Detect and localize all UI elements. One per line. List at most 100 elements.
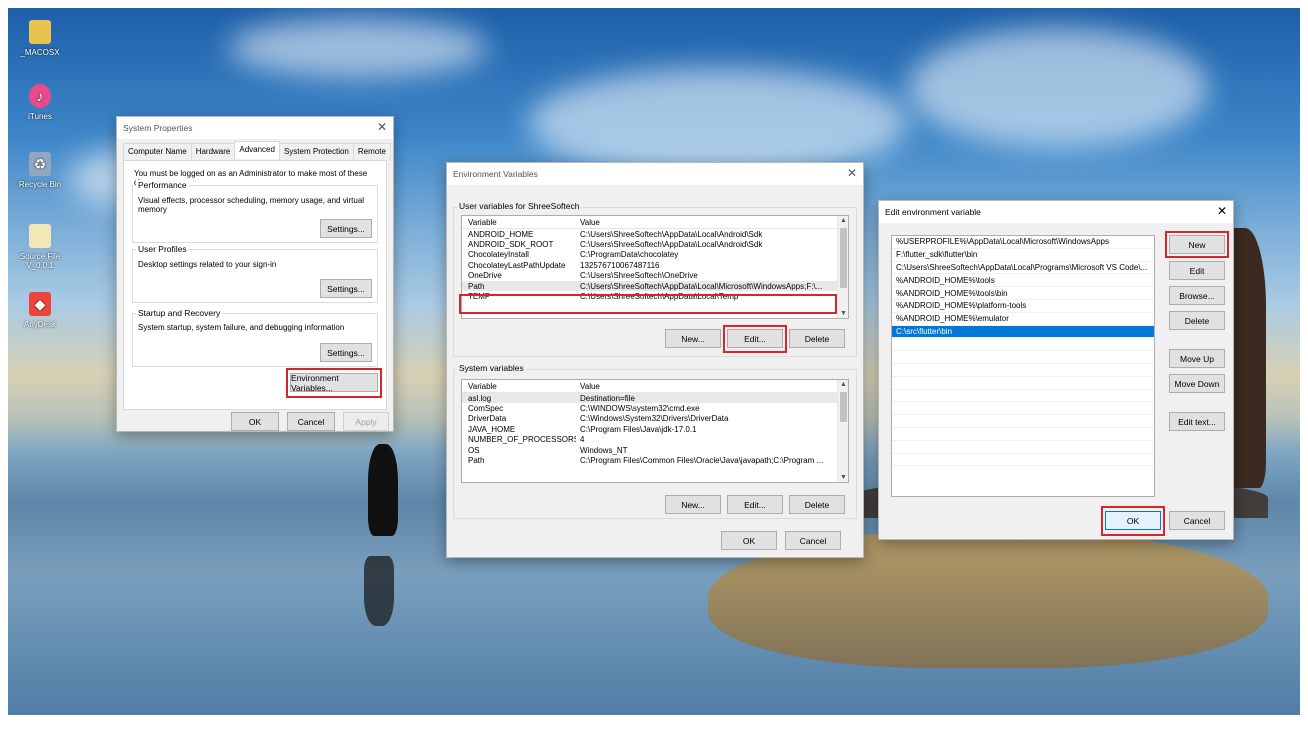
- desktop-icon-label: Recycle Bin: [18, 180, 62, 189]
- system-variables-table[interactable]: Variable Value asl.log Destination=file C…: [461, 379, 849, 483]
- dialog-title: Environment Variables: [453, 169, 538, 179]
- user-delete-button[interactable]: Delete: [789, 329, 845, 348]
- move-down-button[interactable]: Move Down: [1169, 374, 1225, 393]
- table-row[interactable]: JAVA_HOME C:\Program Files\Java\jdk-17.0.…: [462, 424, 848, 434]
- runner-silhouette: [368, 444, 398, 536]
- tab-system-protection[interactable]: System Protection: [278, 143, 354, 161]
- tab-remote[interactable]: Remote: [352, 143, 391, 161]
- variable-value: 132576710067487116: [580, 260, 660, 270]
- column-header-value: Value: [580, 381, 600, 391]
- cancel-button[interactable]: Cancel: [785, 531, 841, 550]
- table-row-path-selected[interactable]: Path C:\Users\ShreeSoftech\AppData\Local\…: [462, 280, 848, 292]
- highlight-box: [1101, 506, 1165, 536]
- user-variables-label: User variables for ShreeSoftech: [457, 201, 582, 211]
- path-item[interactable]: %USERPROFILE%\AppData\Local\Microsoft\Wi…: [892, 236, 1154, 249]
- performance-settings-button[interactable]: Settings...: [320, 219, 372, 238]
- desktop-icon-source-file[interactable]: Source File V_0.0.1: [12, 224, 68, 270]
- apply-button[interactable]: Apply: [343, 412, 389, 431]
- chevron-down-icon[interactable]: ▼: [838, 474, 848, 481]
- tab-hardware[interactable]: Hardware: [190, 143, 236, 161]
- variable-value: C:\ProgramData\chocolatey: [580, 250, 679, 260]
- system-edit-button[interactable]: Edit...: [727, 495, 783, 514]
- path-item[interactable]: F:\flutter_sdk\flutter\bin: [892, 249, 1154, 262]
- path-item-selected[interactable]: C:\src\flutter\bin: [892, 325, 1154, 339]
- variable-name: Path: [468, 456, 485, 466]
- path-item[interactable]: %ANDROID_HOME%\emulator: [892, 313, 1154, 326]
- performance-description: Visual effects, processor scheduling, me…: [138, 196, 365, 214]
- path-item[interactable]: %ANDROID_HOME%\tools: [892, 274, 1154, 288]
- startup-recovery-settings-button[interactable]: Settings...: [320, 343, 372, 362]
- variable-name: JAVA_HOME: [468, 424, 516, 434]
- cancel-button[interactable]: Cancel: [287, 412, 335, 431]
- highlight-box: [459, 294, 837, 314]
- environment-variables-dialog: Environment Variables ✕ User variables f…: [446, 162, 864, 558]
- empty-row: [892, 441, 1154, 454]
- ok-button[interactable]: OK: [721, 531, 777, 550]
- variable-name: DriverData: [468, 414, 507, 424]
- table-row[interactable]: ANDROID_HOME C:\Users\ShreeSoftech\AppDat…: [462, 229, 848, 239]
- chevron-up-icon[interactable]: ▲: [838, 381, 848, 388]
- browse-button[interactable]: Browse...: [1169, 286, 1225, 305]
- close-icon[interactable]: ✕: [847, 166, 857, 180]
- path-item[interactable]: %ANDROID_HOME%\platform-tools: [892, 300, 1154, 313]
- performance-label: Performance: [136, 180, 189, 190]
- variable-name: OneDrive: [468, 271, 502, 281]
- user-profiles-settings-button[interactable]: Settings...: [320, 279, 372, 298]
- empty-row: [892, 415, 1154, 428]
- cloud: [228, 18, 488, 78]
- table-row[interactable]: OneDrive C:\Users\ShreeSoftech\OneDrive: [462, 271, 848, 281]
- edit-button[interactable]: Edit: [1169, 261, 1225, 280]
- user-profiles-label: User Profiles: [136, 244, 189, 254]
- cancel-button[interactable]: Cancel: [1169, 511, 1225, 530]
- close-icon[interactable]: ✕: [1217, 204, 1227, 218]
- user-new-button[interactable]: New...: [665, 329, 721, 348]
- system-delete-button[interactable]: Delete: [789, 495, 845, 514]
- table-row[interactable]: ChocolateyInstall C:\ProgramData\chocolat…: [462, 250, 848, 260]
- chevron-down-icon[interactable]: ▼: [838, 310, 848, 317]
- desktop-icon-recycle-bin[interactable]: ♻ Recycle Bin: [12, 152, 68, 189]
- chevron-up-icon[interactable]: ▲: [838, 217, 848, 224]
- desktop-icon-itunes[interactable]: ♪ iTunes: [12, 84, 68, 121]
- scroll-thumb[interactable]: [840, 228, 847, 288]
- table-row[interactable]: asl.log Destination=file: [462, 393, 848, 404]
- tab-computer-name[interactable]: Computer Name: [123, 143, 192, 161]
- column-header-variable: Variable: [468, 381, 497, 391]
- tab-advanced[interactable]: Advanced: [234, 141, 280, 159]
- table-row[interactable]: Path C:\Program Files\Common Files\Oracle…: [462, 455, 848, 465]
- ok-button[interactable]: OK: [231, 412, 279, 431]
- scrollbar[interactable]: ▲ ▼: [837, 380, 848, 482]
- variable-value: C:\Program Files\Java\jdk-17.0.1: [580, 424, 697, 434]
- runner-reflection: [364, 556, 394, 626]
- empty-row: [892, 364, 1154, 377]
- move-up-button[interactable]: Move Up: [1169, 349, 1225, 368]
- table-row[interactable]: ANDROID_SDK_ROOT C:\Users\ShreeSoftech\Ap…: [462, 239, 848, 249]
- table-row[interactable]: NUMBER_OF_PROCESSORS 4: [462, 435, 848, 445]
- dialog-title: Edit environment variable: [885, 207, 981, 217]
- variable-value: C:\Windows\System32\Drivers\DriverData: [580, 414, 729, 424]
- variable-name: ANDROID_SDK_ROOT: [468, 240, 554, 250]
- desktop-icon-anydesk[interactable]: ◆ AnyDesk: [12, 292, 68, 329]
- desktop-icon-macosx[interactable]: _MACOSX: [12, 20, 68, 57]
- empty-row: [892, 351, 1154, 364]
- table-row[interactable]: DriverData C:\Windows\System32\Drivers\Dr…: [462, 414, 848, 424]
- variable-name: NUMBER_OF_PROCESSORS: [468, 435, 576, 445]
- table-row[interactable]: ChocolateyLastPathUpdate 1325767100674871…: [462, 260, 848, 270]
- edit-text-button[interactable]: Edit text...: [1169, 412, 1225, 431]
- variable-name: ChocolateyInstall: [468, 250, 529, 260]
- variable-value: C:\Users\ShreeSoftech\OneDrive: [580, 271, 698, 281]
- table-row[interactable]: ComSpec C:\WINDOWS\system32\cmd.exe: [462, 403, 848, 413]
- variable-value: C:\Program Files\Common Files\Oracle\Jav…: [580, 456, 824, 466]
- scroll-thumb[interactable]: [840, 392, 847, 422]
- delete-button[interactable]: Delete: [1169, 311, 1225, 330]
- system-new-button[interactable]: New...: [665, 495, 721, 514]
- path-item[interactable]: %ANDROID_HOME%\tools\bin: [892, 287, 1154, 300]
- close-icon[interactable]: ✕: [377, 120, 387, 134]
- path-list[interactable]: %USERPROFILE%\AppData\Local\Microsoft\Wi…: [891, 235, 1155, 497]
- table-row[interactable]: OS Windows_NT: [462, 445, 848, 455]
- variable-value: Destination=file: [580, 393, 635, 403]
- empty-row: [892, 377, 1154, 390]
- path-item[interactable]: C:\Users\ShreeSoftech\AppData\Local\Prog…: [892, 262, 1154, 275]
- dialog-titlebar: Edit environment variable ✕: [879, 201, 1233, 223]
- scrollbar[interactable]: ▲ ▼: [837, 216, 848, 318]
- variable-name: ChocolateyLastPathUpdate: [468, 260, 566, 270]
